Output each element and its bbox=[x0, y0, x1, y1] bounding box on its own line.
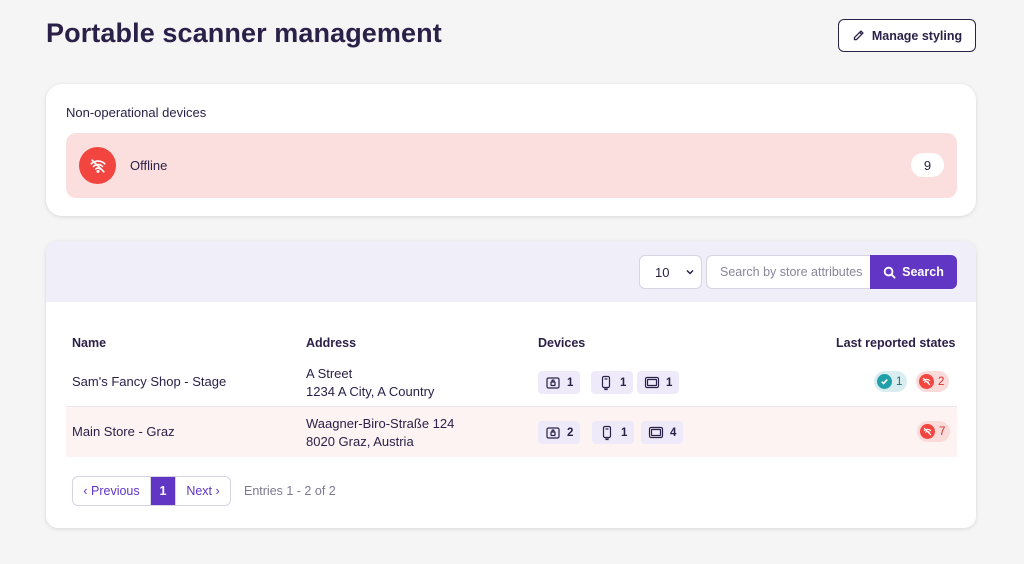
wifi-off-icon bbox=[920, 424, 935, 439]
pencil-icon bbox=[853, 30, 864, 41]
device-count: 2 bbox=[567, 426, 574, 439]
stores-table-card: 10 Search Name Address Devices Last repo… bbox=[46, 241, 976, 528]
store-name: Main Store - Graz bbox=[72, 424, 175, 439]
device-locker-count: 2 bbox=[538, 421, 581, 444]
locker-icon bbox=[546, 376, 560, 389]
search-input[interactable] bbox=[706, 255, 871, 289]
column-header-name: Name bbox=[72, 336, 107, 350]
table-toolbar: 10 Search bbox=[46, 241, 976, 302]
screen-icon bbox=[648, 426, 664, 438]
scanner-icon bbox=[602, 425, 612, 440]
search-button[interactable]: Search bbox=[870, 255, 957, 289]
device-count: 1 bbox=[621, 426, 628, 439]
column-header-last-states: Last reported states bbox=[836, 336, 956, 350]
status-row-offline[interactable]: Offline 9 bbox=[66, 133, 957, 198]
state-count: 7 bbox=[939, 425, 946, 438]
device-screen-count: 4 bbox=[641, 421, 684, 444]
address-line-2: 1234 A City, A Country bbox=[306, 384, 435, 399]
previous-page-button[interactable]: ‹ Previous bbox=[73, 477, 151, 505]
device-locker-count: 1 bbox=[538, 371, 581, 394]
screen-icon bbox=[644, 376, 660, 388]
store-address: Waagner-Biro-Straße 124 8020 Graz, Austr… bbox=[306, 415, 454, 451]
state-count: 2 bbox=[938, 375, 945, 388]
device-scanner-count: 1 bbox=[591, 371, 634, 394]
device-count: 1 bbox=[620, 376, 627, 389]
status-label-offline: Offline bbox=[130, 158, 168, 173]
device-count: 4 bbox=[670, 426, 677, 439]
device-screen-count: 1 bbox=[637, 371, 680, 394]
device-count: 1 bbox=[567, 376, 574, 389]
address-line-1: Waagner-Biro-Straße 124 bbox=[306, 416, 455, 431]
non-operational-heading: Non-operational devices bbox=[66, 105, 207, 120]
next-page-button[interactable]: Next › bbox=[175, 477, 230, 505]
entries-info: Entries 1 - 2 of 2 bbox=[244, 484, 336, 498]
state-offline-badge: 2 bbox=[916, 371, 950, 392]
state-offline-badge: 7 bbox=[917, 421, 951, 442]
status-count-offline: 9 bbox=[911, 153, 944, 177]
non-operational-card: Non-operational devices Offline 9 bbox=[46, 84, 976, 216]
table-row[interactable]: Sam's Fancy Shop - Stage A Street 1234 A… bbox=[66, 357, 957, 407]
check-icon bbox=[877, 374, 892, 389]
wifi-off-icon bbox=[919, 374, 934, 389]
column-header-devices: Devices bbox=[538, 336, 586, 350]
manage-styling-button[interactable]: Manage styling bbox=[838, 19, 976, 52]
device-count: 1 bbox=[666, 376, 673, 389]
state-count: 1 bbox=[896, 375, 903, 388]
state-ok-badge: 1 bbox=[874, 371, 908, 392]
page-title: Portable scanner management bbox=[46, 18, 442, 48]
pagination: ‹ Previous 1 Next › bbox=[72, 476, 231, 506]
column-header-address: Address bbox=[306, 336, 357, 350]
page-1-button[interactable]: 1 bbox=[151, 477, 175, 505]
store-address: A Street 1234 A City, A Country bbox=[306, 365, 434, 401]
page-size-select[interactable]: 10 bbox=[639, 255, 702, 289]
address-line-2: 8020 Graz, Austria bbox=[306, 434, 414, 449]
locker-icon bbox=[546, 426, 560, 439]
search-icon bbox=[883, 266, 896, 279]
address-line-1: A Street bbox=[306, 366, 353, 381]
manage-styling-label: Manage styling bbox=[871, 28, 963, 43]
page-size-value: 10 bbox=[655, 264, 670, 280]
chevron-down-icon bbox=[686, 269, 694, 275]
table-row[interactable]: Main Store - Graz Waagner-Biro-Straße 12… bbox=[66, 407, 957, 457]
device-scanner-count: 1 bbox=[592, 421, 635, 444]
search-button-label: Search bbox=[902, 265, 944, 279]
wifi-off-icon bbox=[79, 147, 116, 184]
scanner-icon bbox=[601, 375, 611, 390]
store-name: Sam's Fancy Shop - Stage bbox=[72, 374, 227, 389]
